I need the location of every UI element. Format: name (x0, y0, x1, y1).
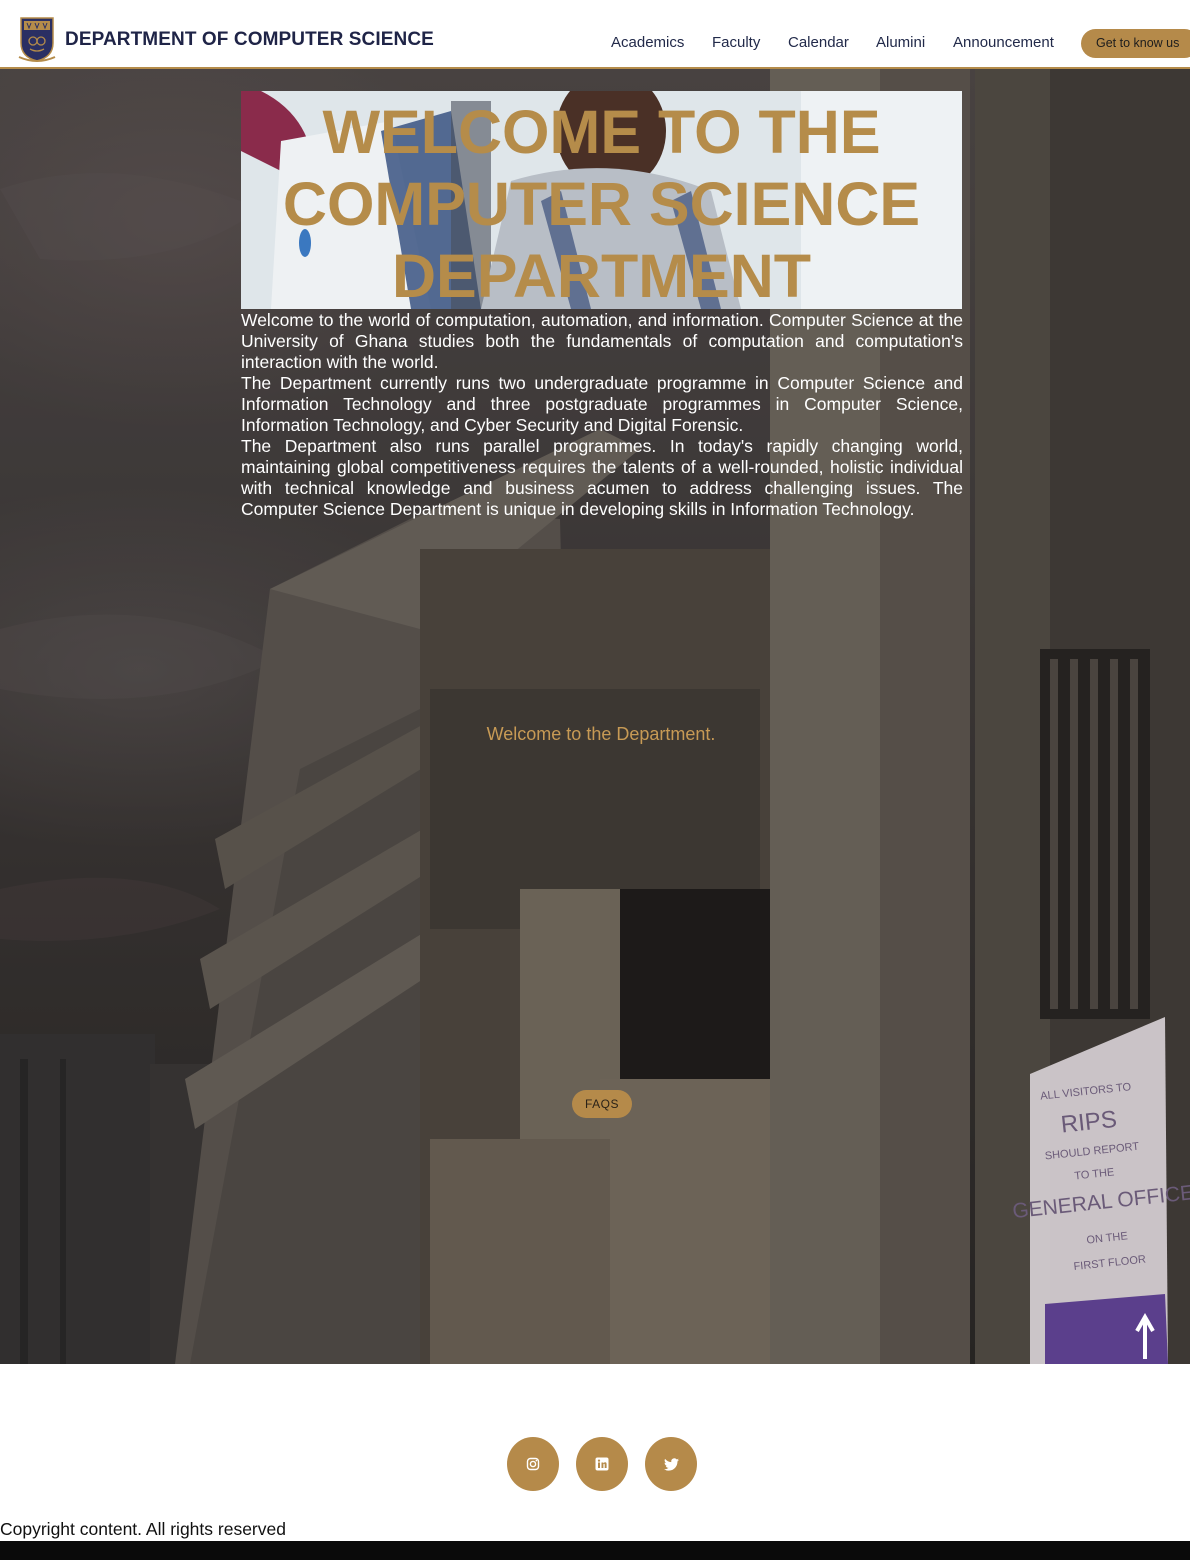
intro-paragraph: The Department also runs parallel progra… (241, 436, 963, 519)
nav-announcement[interactable]: Announcement (953, 34, 1054, 51)
welcome-heading: WELCOME TO THE COMPUTER SCIENCE DEPARTME… (282, 98, 921, 310)
nav-calendar[interactable]: Calendar (788, 34, 849, 51)
twitter-icon (663, 1457, 679, 1471)
faqs-button[interactable]: FAQS (572, 1090, 632, 1118)
main-nav: Academics Faculty Calendar Alumini Annou… (0, 34, 1190, 54)
welcome-tagline: Welcome to the Department. (486, 724, 716, 744)
nav-academics[interactable]: Academics (611, 34, 684, 51)
instagram-button[interactable] (507, 1437, 559, 1491)
instagram-icon (526, 1457, 540, 1471)
site-header: DEPARTMENT OF COMPUTER SCIENCE Academics… (0, 0, 1190, 69)
linkedin-icon (595, 1457, 609, 1471)
get-to-know-us-button[interactable]: Get to know us (1081, 29, 1190, 58)
intro-paragraph: The Department currently runs two underg… (241, 373, 963, 435)
hero-section: ALL VISITORS TO RIPS SHOULD REPORT TO TH… (0, 69, 1190, 1364)
copyright-text: Copyright content. All rights reserved (0, 1519, 286, 1539)
intro-text: Welcome to the world of computation, aut… (241, 310, 963, 520)
intro-paragraph: Welcome to the world of computation, aut… (241, 310, 963, 372)
nav-faculty[interactable]: Faculty (712, 34, 760, 51)
nav-alumni[interactable]: Alumini (876, 34, 925, 51)
linkedin-button[interactable] (576, 1437, 628, 1491)
bottom-bar (0, 1541, 1190, 1560)
twitter-button[interactable] (645, 1437, 697, 1491)
